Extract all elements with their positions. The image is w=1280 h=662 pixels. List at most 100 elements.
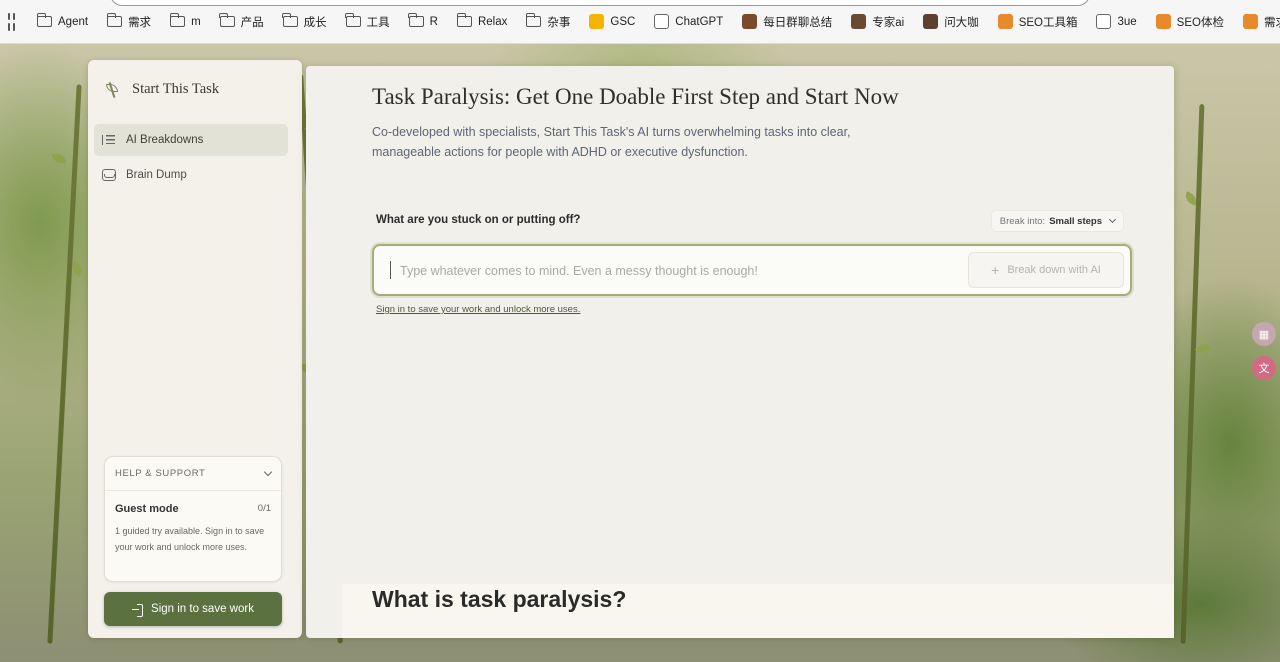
bookmark-item[interactable]: 需求 [106, 13, 152, 30]
sprout-icon [104, 80, 120, 98]
bookmark-item[interactable]: ChatGPT [654, 14, 723, 29]
help-support-card: HELP & SUPPORT Guest mode 0/1 1 guided t… [104, 456, 282, 582]
bookmark-label: 成长 [303, 16, 327, 29]
list-icon [102, 134, 116, 146]
help-support-toggle[interactable]: HELP & SUPPORT [105, 457, 281, 491]
bookmark-item[interactable]: 3ue [1096, 14, 1137, 29]
vine-decoration [47, 84, 82, 644]
leaf-decoration [52, 154, 66, 163]
bookmark-item[interactable]: SEO体检 [1155, 14, 1224, 30]
folder-icon [456, 13, 472, 27]
bookmark-item[interactable]: Relax [456, 13, 508, 28]
prompt-label: What are you stuck on or putting off? [376, 214, 581, 226]
bookmark-item[interactable]: 需求翻译器 [1242, 14, 1280, 30]
inbox-icon [102, 169, 116, 181]
magnifier-icon [1242, 14, 1258, 29]
guest-mode-description: 1 guided try available. Sign in to save … [115, 526, 265, 552]
bookmark-item[interactable]: 成长 [282, 13, 327, 30]
avatar-icon [923, 14, 939, 29]
bookmark-label: m [191, 15, 201, 28]
cube-icon [1096, 14, 1112, 29]
bookmark-label: ChatGPT [675, 15, 724, 28]
sidebar-item-label: AI Breakdowns [126, 134, 204, 146]
avatar-icon [851, 14, 867, 29]
apps-grid-icon[interactable] [8, 12, 15, 31]
sign-in-link[interactable]: Sign in to save your work and unlock mor… [376, 304, 580, 315]
address-bar-edge [110, 0, 1090, 6]
folder-icon [345, 13, 361, 27]
chevron-down-icon [1108, 215, 1117, 224]
folder-icon [219, 13, 235, 27]
sidebar-item-ai-breakdowns[interactable]: AI Breakdowns [94, 124, 288, 156]
sidebar: Start This Task AI Breakdowns Brain Dump… [88, 60, 302, 638]
sidebar-item-label: Brain Dump [126, 169, 187, 181]
bookmark-label: 杂事 [547, 16, 571, 29]
bookmark-item[interactable]: 每日群聊总结 [742, 14, 832, 30]
bookmark-label: 问大咖 [944, 16, 979, 29]
bookmark-item[interactable]: 问大咖 [923, 14, 979, 30]
main-panel: Task Paralysis: Get One Doable First Ste… [306, 66, 1174, 638]
sidebar-item-brain-dump[interactable]: Brain Dump [94, 159, 288, 191]
translate-icon[interactable]: 文 [1252, 356, 1276, 380]
bookmark-label: SEO工具箱 [1018, 16, 1078, 29]
guest-mode-row: Guest mode 0/1 [105, 491, 281, 515]
plus-icon: + [991, 262, 1000, 278]
task-input-box: + Break down with AI [372, 244, 1132, 296]
break-into-select[interactable]: Break into: Small steps [990, 210, 1124, 232]
chatgpt-icon [654, 14, 670, 29]
brand-name: Start This Task [132, 80, 220, 97]
page-title: Task Paralysis: Get One Doable First Ste… [372, 84, 899, 109]
bookmark-item[interactable]: m [169, 13, 201, 28]
bookmark-item[interactable]: R [408, 13, 438, 28]
bookmark-label: GSC [610, 15, 636, 28]
bookmark-label: 每日群聊总结 [763, 16, 833, 29]
bookmark-item[interactable]: Agent [36, 13, 89, 28]
folder-icon [36, 13, 52, 27]
avatar-icon [742, 14, 758, 29]
bookmark-item[interactable]: GSC [589, 14, 635, 29]
bookmark-label: SEO体检 [1176, 16, 1224, 29]
magnifier-icon [1155, 14, 1171, 29]
break-down-button[interactable]: + Break down with AI [968, 252, 1124, 288]
help-support-title: HELP & SUPPORT [115, 468, 206, 479]
bookmark-item[interactable]: 工具 [345, 13, 390, 30]
folder-icon [408, 13, 424, 27]
guest-mode-count: 0/1 [257, 503, 271, 514]
folder-icon [525, 13, 542, 27]
folder-icon [106, 13, 123, 27]
bookmark-label: R [429, 15, 438, 28]
bookmarks-bar: Agent 需求 m 产品 成长 工具 R Relax 杂事 GSC ChatGPT 每日群聊总结 专家… [0, 0, 1280, 44]
bookmark-item[interactable]: 产品 [219, 13, 264, 30]
brand[interactable]: Start This Task [104, 80, 219, 98]
leaf-decoration [1194, 340, 1212, 357]
extension-grid-icon[interactable]: ▦ [1252, 322, 1276, 346]
bookmark-label: 3ue [1117, 15, 1137, 28]
section-title: What is task paralysis? [372, 586, 627, 612]
sign-in-button-label: Sign in to save work [151, 603, 254, 615]
sign-in-button[interactable]: Sign in to save work [104, 592, 282, 626]
bookmark-label: 工具 [366, 16, 390, 29]
bookmark-label: Relax [477, 15, 508, 28]
folder-icon [169, 13, 186, 27]
search-console-icon [589, 14, 605, 29]
page-subtitle: Co-developed with specialists, Start Thi… [372, 125, 851, 159]
vine-decoration [1180, 104, 1205, 644]
bookmark-label: 需求 [128, 16, 152, 29]
bookmark-list: Agent 需求 m 产品 成长 工具 R Relax 杂事 GSC ChatGPT 每日群聊总结 专家… [36, 13, 1280, 30]
guest-mode-title: Guest mode [115, 503, 179, 515]
bookmark-label: 产品 [240, 16, 264, 29]
magnifier-icon [997, 14, 1013, 29]
break-into-value: Small steps [1049, 215, 1102, 227]
bookmark-label: 专家ai [872, 16, 905, 29]
break-down-button-label: Break down with AI [1007, 264, 1101, 276]
bookmark-item[interactable]: SEO工具箱 [997, 14, 1078, 30]
folder-icon [282, 13, 298, 27]
bookmark-item[interactable]: 专家ai [851, 14, 904, 30]
break-into-label: Break into: [999, 215, 1046, 227]
bookmark-item[interactable]: 杂事 [525, 13, 571, 30]
text-caret [390, 261, 392, 279]
chevron-down-icon [263, 467, 273, 477]
bookmark-label: 需求翻译器 [1263, 16, 1280, 29]
task-input[interactable] [400, 261, 960, 281]
bookmark-label: Agent [58, 15, 89, 28]
